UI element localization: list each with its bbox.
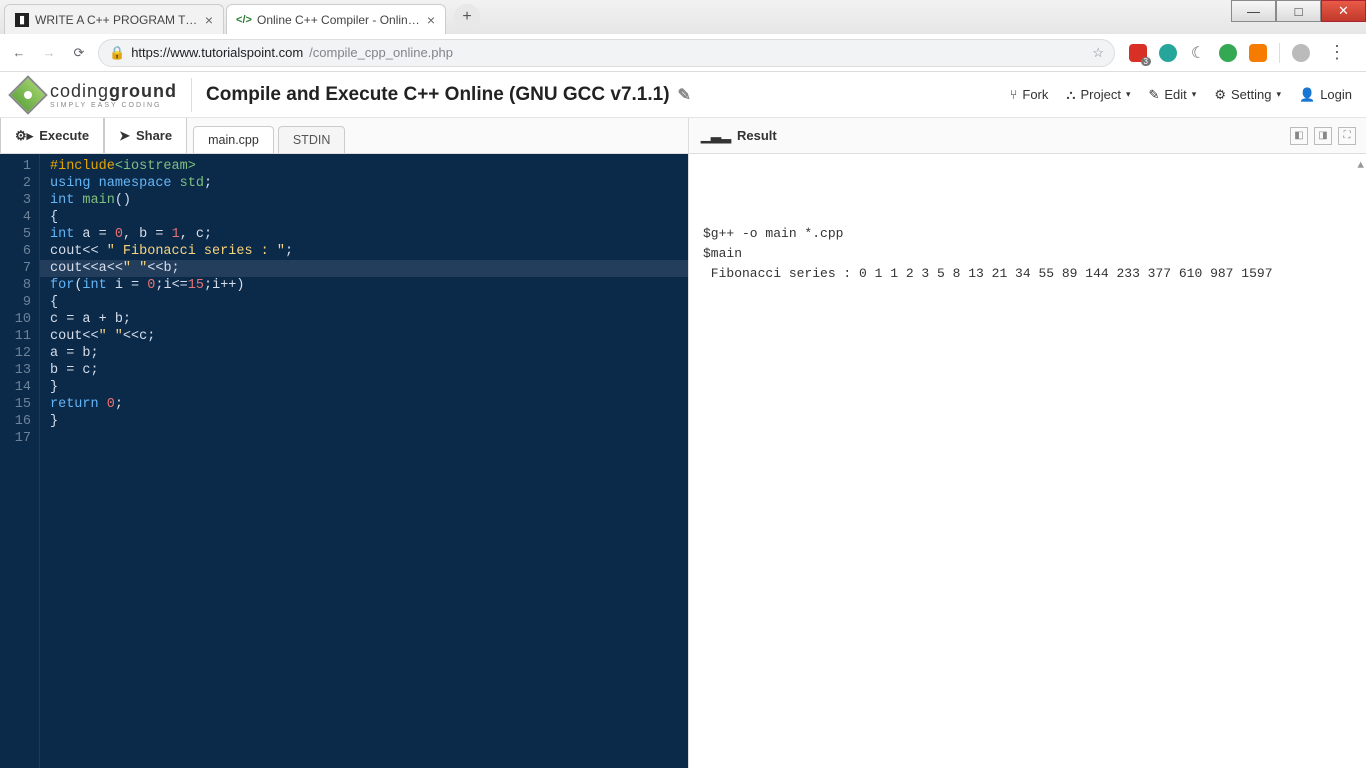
login-button[interactable]: 👤 Login: [1299, 87, 1352, 103]
moon-icon[interactable]: ☾: [1189, 44, 1207, 62]
project-button[interactable]: ⛬ Project ▾: [1066, 87, 1130, 103]
browser-tab-1-label: Online C++ Compiler - Online C: [257, 13, 421, 27]
lock-icon: 🔒: [109, 45, 125, 61]
browser-tab-0[interactable]: ▮ WRITE A C++ PROGRAM TO GE ×: [4, 4, 224, 34]
page-title-text: Compile and Execute C++ Online (GNU GCC …: [206, 84, 670, 106]
favicon-0: ▮: [15, 13, 29, 27]
file-tab-main-label: main.cpp: [208, 133, 259, 147]
edit-button[interactable]: ✎ Edit ▾: [1148, 87, 1196, 103]
fork-label: Fork: [1022, 87, 1048, 102]
back-icon[interactable]: ←: [8, 42, 30, 64]
close-icon[interactable]: ×: [427, 12, 435, 28]
project-label: Project: [1080, 87, 1120, 102]
logo[interactable]: codingground SIMPLY EASY CODING: [14, 81, 177, 109]
file-tab-main[interactable]: main.cpp: [193, 126, 274, 153]
window-controls: — □ ✕: [1231, 0, 1366, 22]
browser-tab-0-label: WRITE A C++ PROGRAM TO GE: [35, 13, 199, 27]
browser-toolbar: ← → ⟳ 🔒 https://www.tutorialspoint.com/c…: [0, 34, 1366, 72]
logo-text-light: coding: [50, 81, 109, 101]
forward-icon[interactable]: →: [38, 42, 60, 64]
browser-menu-icon[interactable]: ⋮: [1322, 42, 1352, 63]
share-icon: ➤: [119, 128, 130, 144]
close-icon[interactable]: ×: [205, 12, 213, 28]
extension-icons: 3 ☾ ⋮: [1123, 42, 1358, 63]
gear-icon: ⚙: [1214, 87, 1226, 103]
layout-right-icon[interactable]: ◨: [1314, 127, 1332, 145]
file-tab-stdin-label: STDIN: [293, 133, 331, 147]
setting-label: Setting: [1231, 87, 1271, 102]
result-label-text: Result: [737, 128, 777, 143]
share-button[interactable]: ➤ Share: [104, 118, 187, 153]
logo-mark-icon: [8, 75, 48, 115]
bars-icon: ▁▃▂: [701, 128, 731, 144]
result-header: ▁▃▂ Result ◧ ◨ ⛶: [688, 118, 1366, 153]
login-label: Login: [1320, 87, 1352, 102]
browser-tab-1[interactable]: </> Online C++ Compiler - Online C ×: [226, 4, 446, 34]
gear-run-icon: ⚙▸: [15, 128, 33, 144]
reload-icon[interactable]: ⟳: [68, 42, 90, 64]
share-label: Share: [136, 128, 172, 143]
browser-titlebar: ▮ WRITE A C++ PROGRAM TO GE × </> Online…: [0, 0, 1366, 34]
edit-label: Edit: [1164, 87, 1186, 102]
chevron-down-icon: ▾: [1276, 89, 1281, 100]
minimize-button[interactable]: —: [1231, 0, 1276, 22]
file-tabs: main.cpp STDIN: [187, 118, 349, 153]
user-icon: 👤: [1299, 87, 1315, 103]
file-tab-stdin[interactable]: STDIN: [278, 126, 346, 153]
abp-badge: 3: [1141, 57, 1151, 66]
scroll-up-icon[interactable]: ▲: [1357, 156, 1364, 176]
ext-green-icon[interactable]: [1219, 44, 1237, 62]
maximize-button[interactable]: □: [1276, 0, 1321, 22]
code-editor[interactable]: 1234567891011121314151617 #include<iostr…: [0, 154, 688, 768]
favicon-1: </>: [237, 13, 251, 27]
page-title: Compile and Execute C++ Online (GNU GCC …: [206, 84, 691, 106]
execute-button[interactable]: ⚙▸ Execute: [0, 118, 104, 153]
fork-icon: ⑂: [1010, 87, 1018, 102]
chevron-down-icon: ▾: [1126, 89, 1131, 100]
action-row: ⚙▸ Execute ➤ Share main.cpp STDIN ▁▃▂ Re…: [0, 118, 1366, 154]
divider: [1279, 43, 1280, 63]
setting-button[interactable]: ⚙ Setting ▾: [1214, 87, 1281, 103]
star-icon[interactable]: ☆: [1092, 45, 1104, 61]
fullscreen-icon[interactable]: ⛶: [1338, 127, 1356, 145]
code-content[interactable]: #include<iostream>using namespace std;in…: [40, 154, 688, 768]
close-window-button[interactable]: ✕: [1321, 0, 1366, 22]
fork-button[interactable]: ⑂ Fork: [1010, 87, 1049, 102]
ext-teal-icon[interactable]: [1159, 44, 1177, 62]
edit-icon: ✎: [1148, 87, 1159, 103]
divider: [191, 78, 192, 112]
panes: 1234567891011121314151617 #include<iostr…: [0, 154, 1366, 768]
line-number-gutter: 1234567891011121314151617: [0, 154, 40, 768]
header-menu: ⑂ Fork ⛬ Project ▾ ✎ Edit ▾ ⚙ Setting ▾ 👤 Login: [1010, 87, 1352, 103]
chevron-down-icon: ▾: [1192, 89, 1197, 100]
project-icon: ⛬: [1066, 87, 1075, 103]
logo-subtitle: SIMPLY EASY CODING: [50, 102, 177, 109]
edit-title-icon[interactable]: ✎: [678, 85, 691, 105]
action-left: ⚙▸ Execute ➤ Share main.cpp STDIN: [0, 118, 688, 153]
site-header: codingground SIMPLY EASY CODING Compile …: [0, 72, 1366, 118]
abp-extension-icon[interactable]: 3: [1129, 44, 1147, 62]
layout-left-icon[interactable]: ◧: [1290, 127, 1308, 145]
profile-avatar-icon[interactable]: [1292, 44, 1310, 62]
result-output: ▲ $g++ -o main *.cpp$main Fibonacci seri…: [688, 154, 1366, 768]
browser-tabs: ▮ WRITE A C++ PROGRAM TO GE × </> Online…: [0, 0, 480, 34]
new-tab-button[interactable]: +: [454, 4, 480, 30]
execute-label: Execute: [39, 128, 89, 143]
url-host: https://www.tutorialspoint.com: [131, 45, 303, 60]
url-path: /compile_cpp_online.php: [309, 45, 453, 60]
address-bar[interactable]: 🔒 https://www.tutorialspoint.com/compile…: [98, 39, 1115, 67]
ext-orange-icon[interactable]: [1249, 44, 1267, 62]
logo-text-bold: ground: [109, 81, 177, 101]
